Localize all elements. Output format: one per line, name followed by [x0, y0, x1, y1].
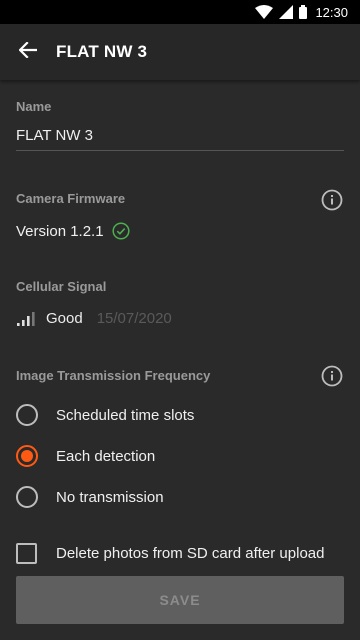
delete-photos-label: Delete photos from SD card after upload [56, 544, 325, 562]
transmission-label: Image Transmission Frequency [16, 368, 211, 383]
status-bar: 12:30 [0, 0, 360, 24]
radio-button[interactable] [16, 404, 38, 426]
signal-date: 15/07/2020 [96, 310, 172, 327]
status-time: 12:30 [315, 4, 348, 20]
radio-button[interactable] [16, 486, 38, 508]
radio-each-detection[interactable]: Each detection [16, 436, 344, 476]
firmware-label: Camera Firmware [16, 191, 126, 206]
name-field[interactable]: FLAT NW 3 [16, 121, 344, 151]
battery-icon [299, 5, 308, 19]
radio-button-selected[interactable] [16, 445, 38, 467]
name-label: Name [16, 99, 52, 114]
firmware-version: Version 1.2.1 [16, 222, 104, 240]
signal-row: Good 15/07/2020 [16, 310, 172, 327]
page-title: FLAT NW 3 [56, 42, 148, 61]
signal-bars-icon [16, 311, 36, 326]
delete-photos-checkbox-row[interactable]: Delete photos from SD card after upload [16, 538, 356, 568]
check-circle-icon [112, 222, 130, 240]
back-button[interactable] [0, 24, 56, 80]
wifi-icon [255, 5, 274, 19]
radio-no-transmission[interactable]: No transmission [16, 477, 344, 517]
save-button[interactable]: SAVE [16, 576, 344, 624]
firmware-info-icon[interactable] [320, 188, 344, 212]
transmission-info-icon[interactable] [320, 364, 344, 388]
app-bar: FLAT NW 3 [0, 24, 360, 80]
arrow-left-icon [18, 41, 38, 62]
cell-signal-icon [279, 5, 294, 19]
signal-quality: Good [46, 310, 83, 327]
radio-scheduled-time-slots[interactable]: Scheduled time slots [16, 395, 344, 435]
radio-label: Scheduled time slots [56, 406, 195, 424]
firmware-row: Version 1.2.1 [16, 222, 130, 240]
signal-label: Cellular Signal [16, 279, 107, 294]
delete-photos-checkbox[interactable] [16, 542, 37, 564]
radio-label: No transmission [56, 488, 164, 506]
radio-label: Each detection [56, 447, 156, 465]
